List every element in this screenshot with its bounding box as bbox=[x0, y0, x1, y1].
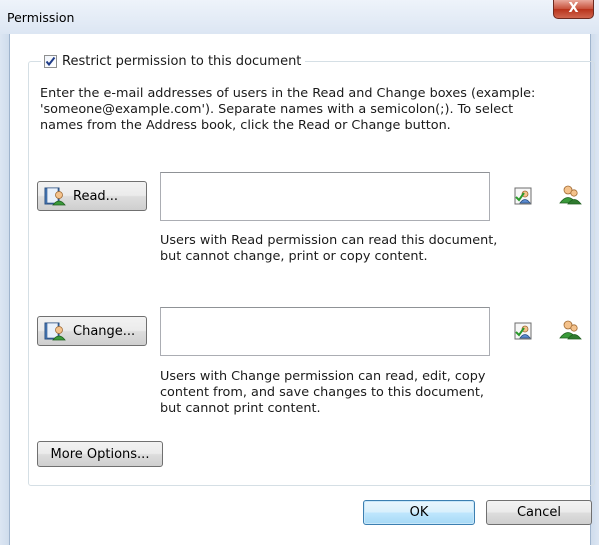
cancel-button[interactable]: Cancel bbox=[486, 500, 592, 525]
title-bar: Permission X bbox=[0, 0, 599, 34]
restrict-permission-legend: Restrict permission to this document bbox=[41, 52, 306, 70]
address-book-icon bbox=[44, 322, 66, 341]
restrict-permission-checkbox[interactable] bbox=[44, 54, 57, 68]
read-description: Users with Read permission can read this… bbox=[160, 233, 498, 264]
check-names-icon bbox=[514, 322, 532, 340]
read-users-input[interactable] bbox=[160, 172, 490, 221]
more-options-button[interactable]: More Options... bbox=[37, 441, 163, 467]
close-icon: X bbox=[568, 1, 579, 16]
read-button-label: Read... bbox=[73, 188, 119, 204]
change-users-input[interactable] bbox=[160, 307, 490, 356]
read-check-names-button[interactable] bbox=[512, 184, 536, 208]
read-button[interactable]: Read... bbox=[37, 181, 147, 211]
check-names-icon bbox=[514, 187, 532, 205]
change-description: Users with Change permission can read, e… bbox=[160, 369, 486, 416]
close-button[interactable]: X bbox=[553, 0, 594, 19]
window-frame-left bbox=[0, 34, 9, 545]
address-book-user-icon bbox=[559, 320, 582, 340]
instructions-text: Enter the e-mail addresses of users in t… bbox=[40, 86, 536, 133]
window-title: Permission bbox=[7, 10, 75, 25]
change-check-names-button[interactable] bbox=[512, 319, 536, 343]
change-button[interactable]: Change... bbox=[37, 316, 147, 346]
restrict-permission-label[interactable]: Restrict permission to this document bbox=[62, 54, 301, 69]
change-add-user-button[interactable] bbox=[558, 318, 582, 342]
ok-button[interactable]: OK bbox=[363, 500, 475, 525]
address-book-icon bbox=[44, 187, 66, 206]
read-add-user-button[interactable] bbox=[558, 183, 582, 207]
checkmark-icon bbox=[45, 56, 56, 66]
address-book-user-icon bbox=[559, 185, 582, 205]
change-button-label: Change... bbox=[73, 323, 136, 339]
